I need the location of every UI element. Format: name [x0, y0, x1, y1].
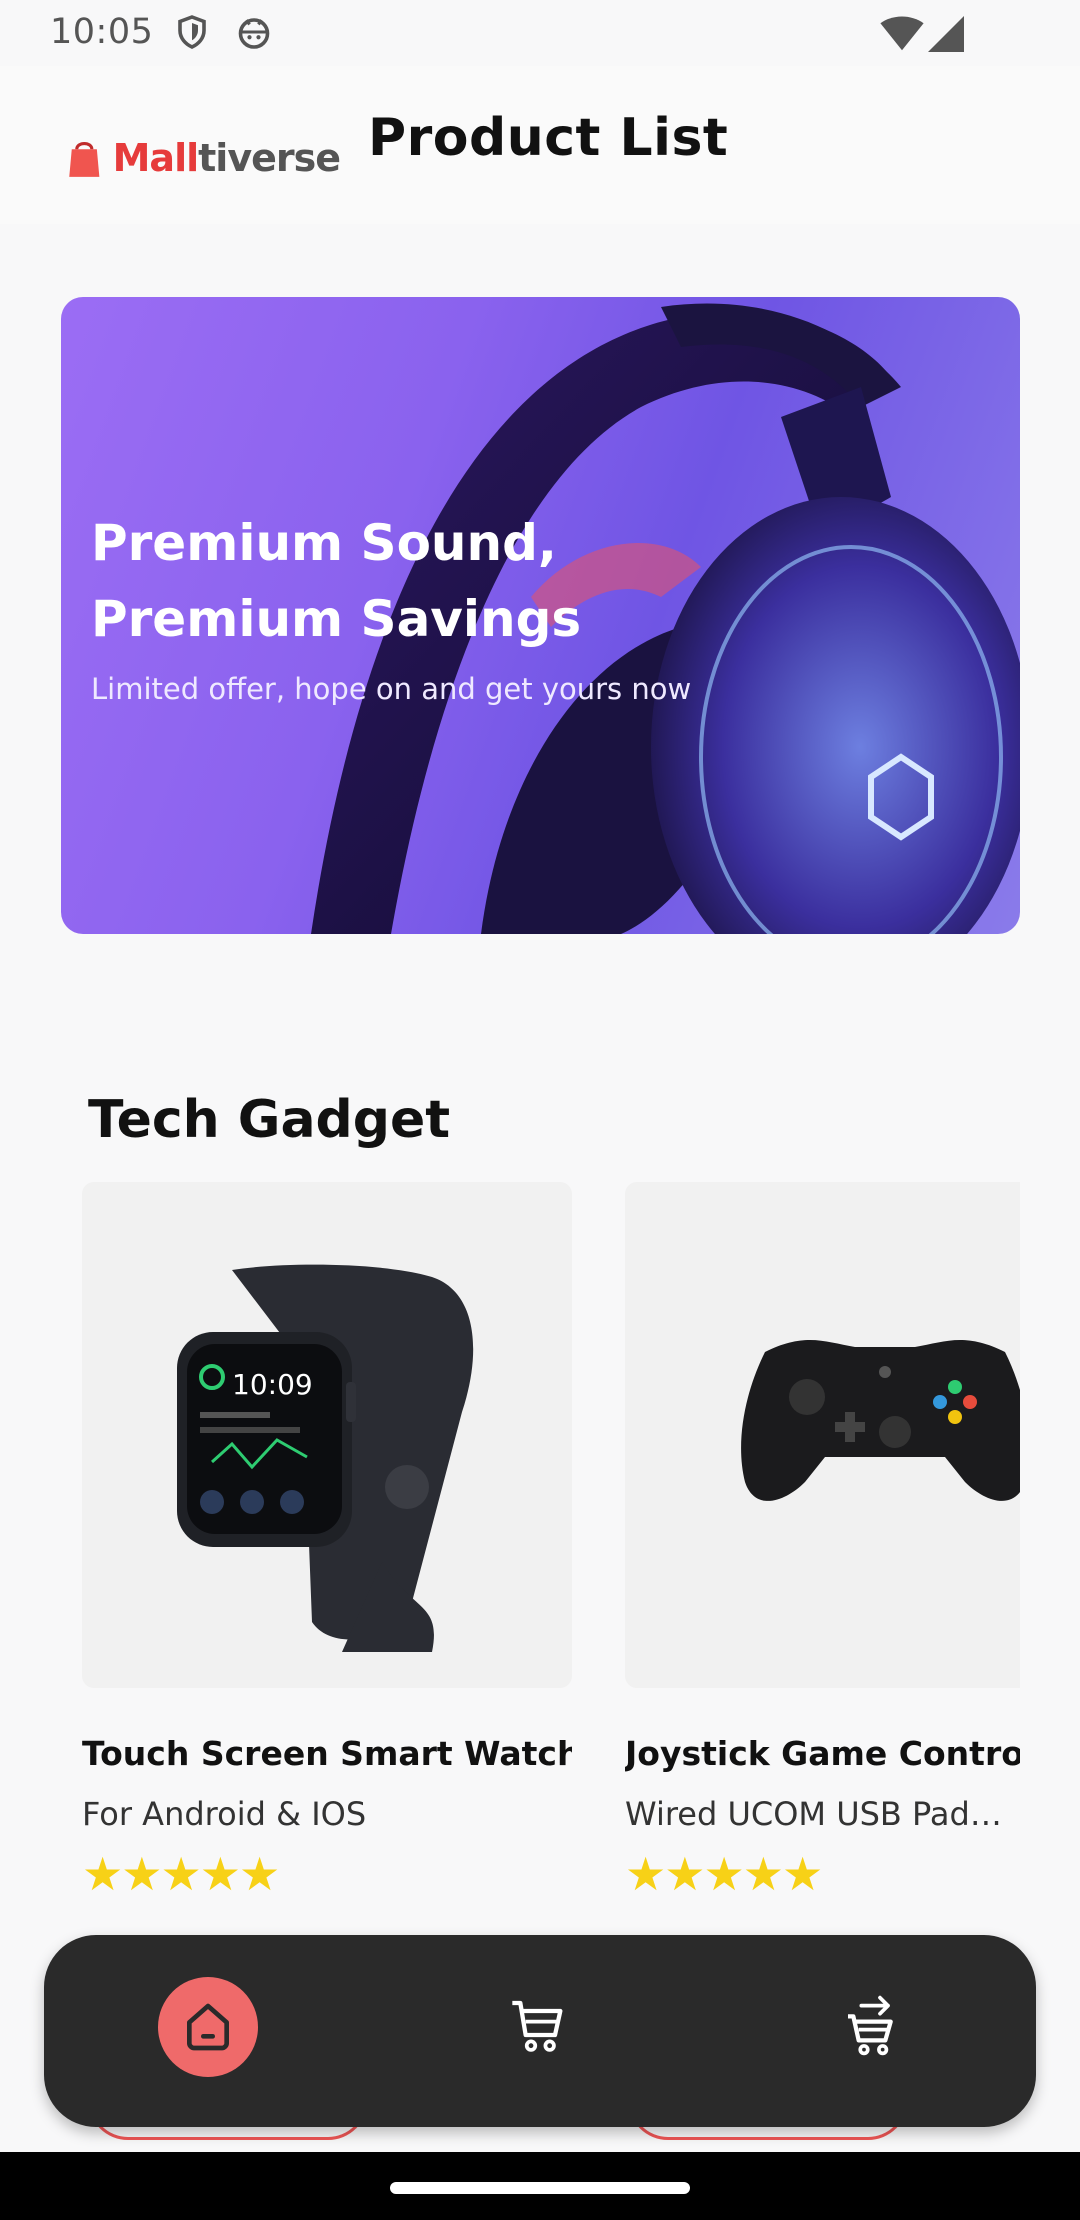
home-indicator[interactable]	[390, 2182, 690, 2194]
home-icon	[187, 2003, 230, 2051]
rating-stars: ★★★★★	[82, 1847, 280, 1901]
app-header: Malltiverse Product List	[0, 66, 1080, 224]
status-time: 10:05	[50, 12, 154, 52]
product-card[interactable]: 10:09 Touch Screen Smart Watch For Andro…	[82, 1182, 572, 1901]
cart-icon	[512, 2000, 563, 2052]
product-description: Wired UCOM USB Pad…	[625, 1795, 1002, 1833]
nav-checkout-button[interactable]	[822, 1977, 922, 2077]
game-controller-image	[741, 1340, 1020, 1501]
wifi-icon	[880, 16, 924, 51]
product-image[interactable]	[625, 1182, 1020, 1688]
promo-banner[interactable]: Premium Sound, Premium Savings Limited o…	[61, 297, 1020, 934]
banner-subline: Limited offer, hope on and get yours now	[91, 672, 692, 706]
page-title: Product List	[368, 108, 729, 168]
product-description: For Android & IOS	[82, 1795, 367, 1833]
nav-home-button[interactable]	[158, 1977, 258, 2077]
rating-stars: ★★★★★	[625, 1847, 823, 1901]
android-icon	[238, 18, 270, 49]
signal-icon	[928, 16, 964, 52]
smart-watch-image: 10:09	[177, 1264, 474, 1652]
shopping-bag-icon	[69, 142, 100, 177]
svg-text:10:09: 10:09	[232, 1368, 313, 1401]
checkout-cart-icon	[848, 1995, 893, 2056]
product-card[interactable]: Joystick Game Controll Wired UCOM USB Pa…	[625, 1182, 1020, 1901]
product-name[interactable]: Touch Screen Smart Watch	[82, 1734, 572, 1773]
product-name[interactable]: Joystick Game Controll	[625, 1734, 1020, 1773]
nav-cart-button[interactable]	[489, 1977, 589, 2077]
logo-text: Malltiverse	[112, 136, 341, 180]
banner-headline: Premium Sound, Premium Savings	[91, 514, 582, 648]
product-image[interactable]: 10:09	[82, 1182, 572, 1688]
status-bar: 10:05	[0, 0, 1080, 66]
brand-logo[interactable]: Malltiverse	[68, 102, 341, 214]
system-nav-bar	[0, 2152, 1080, 2220]
shield-icon	[178, 15, 206, 49]
bottom-nav	[44, 1935, 1036, 2127]
section-title: Tech Gadget	[88, 1090, 451, 1150]
product-carousel-clip: Joystick Game Controll Wired UCOM USB Pa…	[625, 1182, 1020, 1902]
